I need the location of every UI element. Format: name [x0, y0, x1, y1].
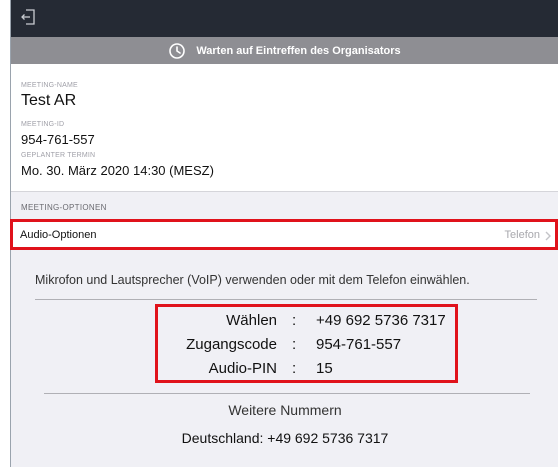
- more-numbers-link[interactable]: Weitere Nummern: [11, 402, 558, 418]
- chevron-right-icon: [544, 230, 552, 242]
- divider: [35, 299, 537, 300]
- exit-button[interactable]: [17, 6, 41, 28]
- meeting-window: Warten auf Eintreffen des Organisators M…: [10, 0, 558, 467]
- audio-pin-separator: :: [292, 360, 297, 377]
- access-code-separator: :: [292, 336, 297, 353]
- meeting-name: Test AR: [21, 92, 77, 109]
- audio-description: Mikrofon und Lautsprecher (VoIP) verwend…: [35, 273, 470, 287]
- audio-options-value: Telefon: [504, 229, 540, 241]
- meeting-id: 954-761-557: [21, 132, 95, 147]
- meeting-info-panel: MEETING-NAME Test AR MEETING-ID 954-761-…: [11, 64, 558, 192]
- dial-number: +49 692 5736 7317: [316, 312, 446, 329]
- meeting-options-header: MEETING-OPTIONEN: [21, 203, 107, 212]
- status-bar: Warten auf Eintreffen des Organisators: [11, 37, 558, 64]
- audio-pin: 15: [316, 360, 333, 377]
- divider: [44, 393, 530, 394]
- audio-pin-label: Audio-PIN: [208, 360, 277, 377]
- meeting-id-label: MEETING-ID: [21, 121, 65, 128]
- meeting-name-label: MEETING-NAME: [21, 82, 78, 89]
- country-number[interactable]: Deutschland: +49 692 5736 7317: [11, 430, 558, 446]
- status-text: Warten auf Eintreffen des Organisators: [196, 44, 401, 57]
- scheduled-time: Mo. 30. März 2020 14:30 (MESZ): [21, 163, 214, 178]
- dial-label: Wählen: [226, 312, 277, 329]
- exit-icon: [20, 8, 38, 26]
- dial-separator: :: [292, 312, 297, 329]
- audio-options-row[interactable]: Audio-Optionen Telefon: [11, 220, 558, 249]
- clock-icon: [168, 42, 186, 60]
- access-code: 954-761-557: [316, 336, 402, 353]
- top-bar: [11, 0, 558, 37]
- audio-options-label: Audio-Optionen: [20, 229, 97, 241]
- scheduled-label: GEPLANTER TERMIN: [21, 152, 96, 159]
- access-code-label: Zugangscode: [186, 336, 277, 353]
